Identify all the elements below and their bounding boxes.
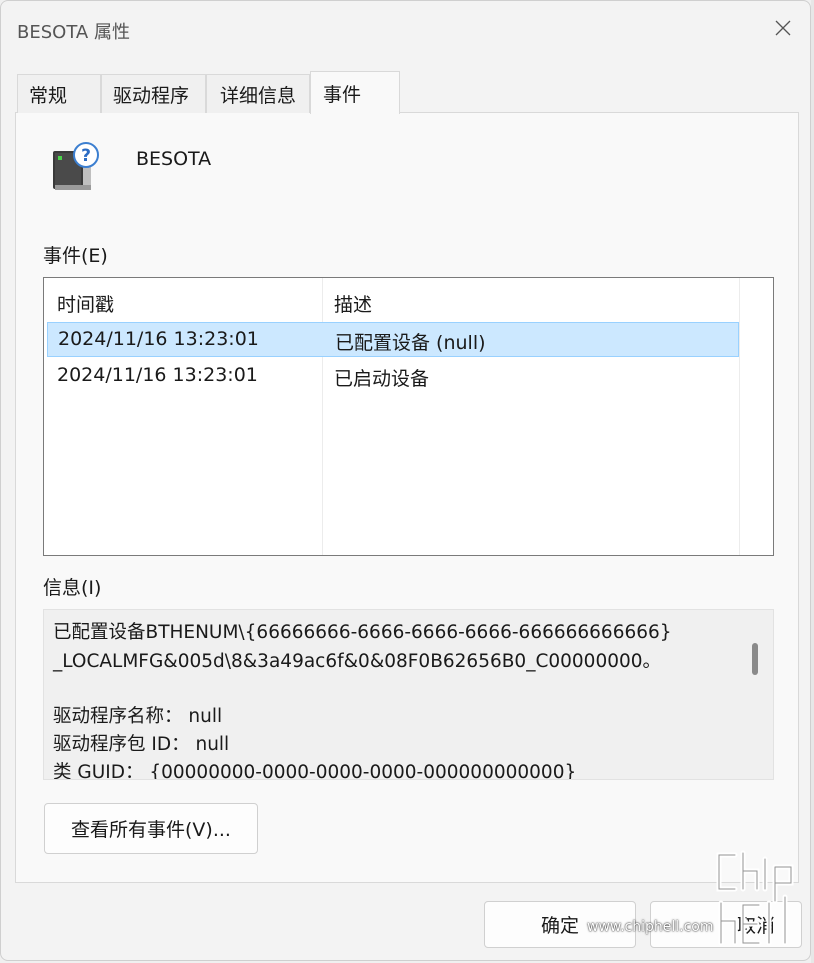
close-button[interactable] xyxy=(761,11,805,45)
tab-label: 常规 xyxy=(29,84,68,107)
chiphell-logo-icon xyxy=(716,850,794,946)
info-line: 类 GUID： {00000000-0000-0000-0000-0000000… xyxy=(53,762,577,780)
event-timestamp: 2024/11/16 13:23:01 xyxy=(57,364,258,386)
tab-label: 事件 xyxy=(323,83,362,106)
close-icon xyxy=(775,20,791,36)
info-scrollbar[interactable] xyxy=(741,612,771,778)
column-header-timestamp[interactable]: 时间戳 xyxy=(57,290,114,317)
button-label: 确定 xyxy=(540,915,579,937)
event-timestamp: 2024/11/16 13:23:01 xyxy=(58,328,259,350)
info-line: 已配置设备BTHENUM\{66666666-6666-6666-6666-66… xyxy=(53,622,672,643)
info-line: _LOCALMFG&005d\8&3a49ac6f&0&08F0B62656B0… xyxy=(53,651,662,672)
info-line: 驱动程序包 ID： null xyxy=(53,734,230,755)
event-description: 已配置设备 (null) xyxy=(335,332,486,354)
info-textbox[interactable]: 已配置设备BTHENUM\{66666666-6666-6666-6666-66… xyxy=(43,609,774,780)
button-label: 查看所有事件(V)... xyxy=(71,819,231,841)
column-header-description[interactable]: 描述 xyxy=(334,290,372,317)
tab-general[interactable]: 常规 xyxy=(17,74,101,113)
tab-details[interactable]: 详细信息 xyxy=(206,74,310,113)
svg-text:?: ? xyxy=(81,146,91,166)
tab-label: 详细信息 xyxy=(220,84,297,107)
event-row[interactable]: 2024/11/16 13:23:01 已配置设备 (null) xyxy=(47,322,739,357)
column-separator xyxy=(739,278,740,555)
watermark-url: www.chiphell.com xyxy=(587,919,714,935)
tab-label: 驱动程序 xyxy=(113,84,190,107)
tab-events[interactable]: 事件 xyxy=(310,71,400,114)
events-list[interactable]: 时间戳 描述 2024/11/16 13:23:01 已配置设备 (null) … xyxy=(43,277,774,556)
event-row[interactable]: 2024/11/16 13:23:01 已启动设备 xyxy=(47,359,739,394)
view-all-events-button[interactable]: 查看所有事件(V)... xyxy=(44,803,258,854)
window-title: BESOTA 属性 xyxy=(17,22,130,43)
device-name: BESOTA xyxy=(136,148,212,170)
properties-dialog: BESOTA 属性 常规 驱动程序 详细信息 事件 ? BESOTA 事件(E)… xyxy=(0,0,811,961)
column-separator xyxy=(322,278,323,555)
events-label: 事件(E) xyxy=(43,245,108,267)
info-label: 信息(I) xyxy=(43,577,102,599)
scrollbar-thumb[interactable] xyxy=(752,643,758,675)
event-description: 已启动设备 xyxy=(334,368,430,390)
info-line: 驱动程序名称： null xyxy=(53,706,223,727)
unknown-device-icon: ? xyxy=(53,142,99,190)
tab-driver[interactable]: 驱动程序 xyxy=(101,74,206,113)
